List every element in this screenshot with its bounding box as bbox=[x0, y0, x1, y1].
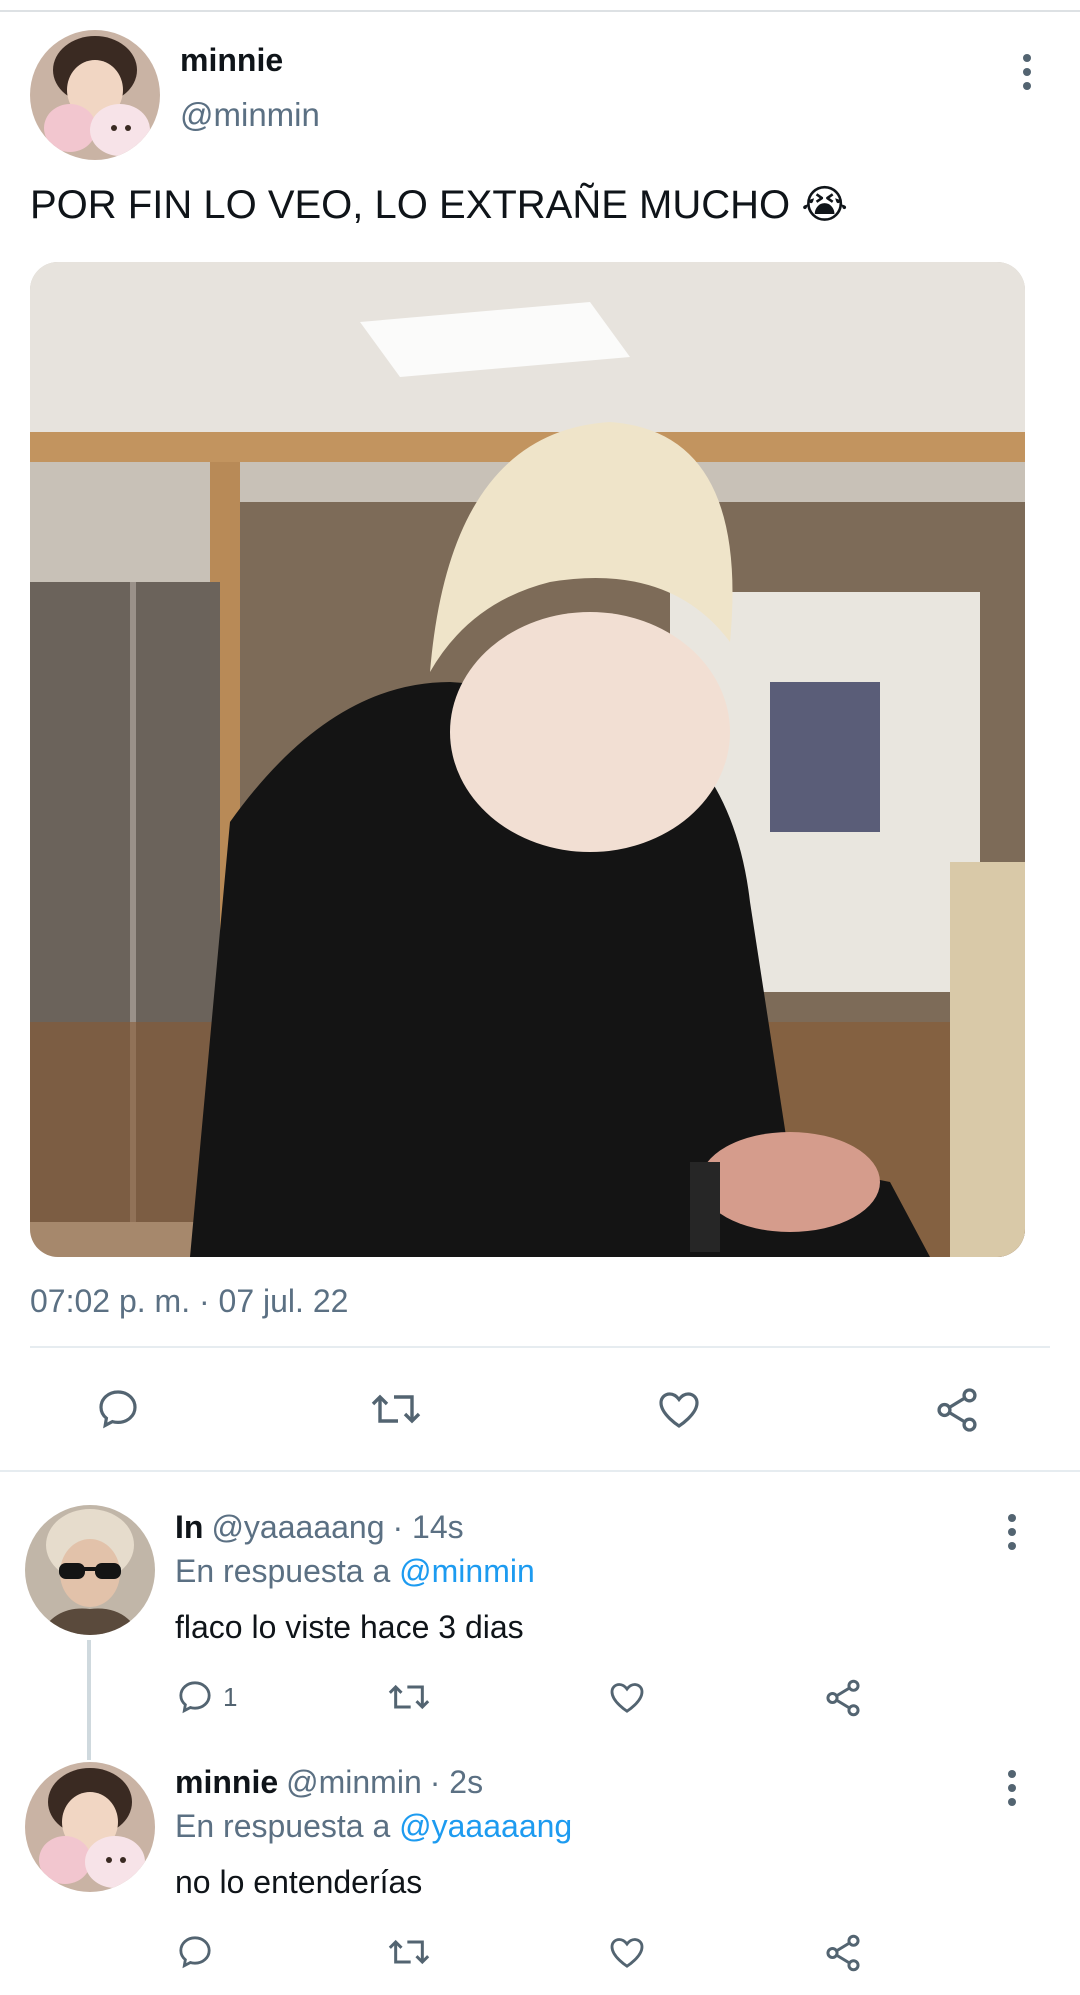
retweet-icon bbox=[371, 1394, 421, 1424]
tweet-text-body: POR FIN LO VEO, LO EXTRAÑE MUCHO bbox=[30, 183, 791, 227]
reply-to-prefix: En respuesta a bbox=[175, 1808, 391, 1844]
reply-author-handle[interactable]: @yaaaaang bbox=[211, 1509, 384, 1546]
tweet-photo bbox=[30, 262, 1025, 1257]
tweet-text: POR FIN LO VEO, LO EXTRAÑE MUCHO 😭 bbox=[30, 182, 848, 228]
reply-button[interactable]: 1 bbox=[175, 1677, 237, 1717]
top-divider bbox=[0, 10, 1080, 12]
in-reply-to: En respuesta a @yaaaaang bbox=[175, 1808, 572, 1845]
reply-header: minnie @minmin · 2s bbox=[175, 1764, 483, 1801]
reply-author-handle[interactable]: @minmin bbox=[286, 1764, 422, 1801]
reply-button[interactable] bbox=[175, 1932, 223, 1972]
reply-avatar[interactable] bbox=[25, 1505, 155, 1635]
reply-count: 1 bbox=[223, 1681, 238, 1712]
reply-to-link[interactable]: @yaaaaang bbox=[399, 1808, 572, 1844]
reply-text: no lo entenderías bbox=[175, 1864, 423, 1900]
share-icon bbox=[937, 1388, 977, 1432]
reply-to-prefix: En respuesta a bbox=[175, 1553, 391, 1589]
crying-emoji-icon: 😭 bbox=[801, 183, 848, 227]
avatar-image bbox=[25, 1505, 155, 1635]
reply-more-options-icon[interactable] bbox=[1002, 1770, 1022, 1806]
reply-text: flaco lo viste hace 3 dias bbox=[175, 1609, 524, 1645]
tweet-media[interactable] bbox=[30, 262, 1025, 1257]
tweet-timestamp: 07:02 p. m. · 07 jul. 22 bbox=[30, 1283, 349, 1319]
reply-to-link[interactable]: @minmin bbox=[399, 1553, 535, 1589]
reply-icon bbox=[99, 1390, 137, 1429]
retweet-icon bbox=[388, 1939, 430, 1965]
reply-time: · 14s bbox=[392, 1509, 464, 1545]
reply-button[interactable] bbox=[94, 1385, 142, 1433]
share-icon bbox=[826, 1934, 860, 1972]
author-name[interactable]: minnie bbox=[180, 42, 283, 79]
reply-icon bbox=[179, 1936, 211, 1969]
retweet-icon bbox=[388, 1684, 430, 1710]
reply-time: · 2s bbox=[429, 1764, 484, 1800]
heart-icon bbox=[610, 1938, 644, 1968]
share-button[interactable] bbox=[822, 1932, 864, 1974]
retweet-button[interactable] bbox=[385, 1677, 433, 1717]
more-options-icon[interactable] bbox=[1017, 54, 1037, 90]
author-handle[interactable]: @minmin bbox=[180, 96, 320, 134]
like-button[interactable] bbox=[654, 1385, 704, 1433]
like-button[interactable] bbox=[606, 1677, 648, 1717]
reply-author-name[interactable]: minnie bbox=[175, 1764, 278, 1801]
reply-more-options-icon[interactable] bbox=[1002, 1514, 1022, 1550]
like-button[interactable] bbox=[606, 1932, 648, 1972]
reply-icon bbox=[179, 1681, 211, 1714]
heart-icon bbox=[659, 1392, 699, 1428]
divider bbox=[30, 1346, 1050, 1348]
thread-line bbox=[87, 1640, 91, 1760]
in-reply-to: En respuesta a @minmin bbox=[175, 1553, 535, 1590]
section-divider bbox=[0, 1470, 1080, 1472]
share-icon bbox=[826, 1679, 860, 1717]
retweet-button[interactable] bbox=[385, 1932, 433, 1972]
author-avatar[interactable] bbox=[30, 30, 160, 160]
heart-icon bbox=[610, 1683, 644, 1713]
reply-avatar[interactable] bbox=[25, 1762, 155, 1892]
share-button[interactable] bbox=[822, 1677, 864, 1719]
reply-author-name[interactable]: In bbox=[175, 1509, 203, 1546]
avatar-image bbox=[25, 1762, 155, 1892]
reply-header: In @yaaaaang · 14s bbox=[175, 1509, 464, 1546]
retweet-button[interactable] bbox=[368, 1385, 424, 1433]
avatar-image bbox=[30, 30, 160, 160]
share-button[interactable] bbox=[932, 1385, 982, 1435]
